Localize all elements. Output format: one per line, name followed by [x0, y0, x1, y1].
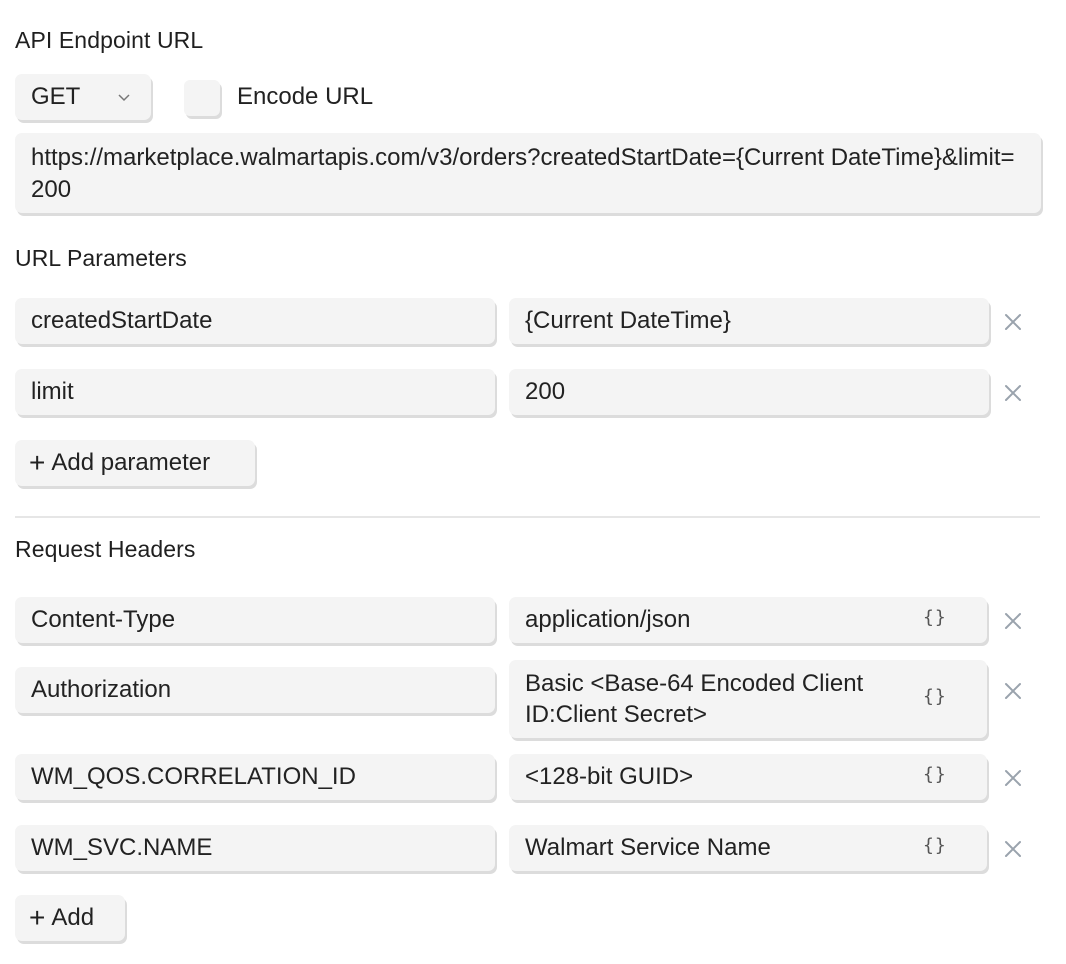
endpoint-url-input[interactable]: https://marketplace.walmartapis.com/v3/o…: [15, 133, 1041, 213]
add-parameter-label: Add parameter: [51, 449, 211, 476]
close-icon[interactable]: [1001, 609, 1025, 633]
section-divider: [15, 516, 1040, 518]
param-value-input[interactable]: 200: [509, 369, 989, 415]
header-value-input[interactable]: Basic <Base-64 Encoded Client ID:Client …: [509, 660, 987, 738]
close-icon[interactable]: [1001, 381, 1025, 405]
param-value-input[interactable]: {Current DateTime}: [509, 298, 989, 344]
param-key-input[interactable]: limit: [15, 369, 495, 415]
add-header-label: Add: [51, 904, 95, 931]
encode-url-checkbox[interactable]: [184, 80, 220, 116]
plus-icon: +: [29, 447, 46, 478]
add-header-button[interactable]: + Add: [15, 895, 125, 941]
header-value-input[interactable]: Walmart Service Name: [509, 825, 987, 871]
close-icon[interactable]: [1001, 310, 1025, 334]
chevron-down-icon: [117, 90, 131, 104]
header-key-input[interactable]: WM_SVC.NAME: [15, 825, 495, 871]
headers-section-title: Request Headers: [15, 536, 196, 562]
method-select[interactable]: GET: [15, 74, 151, 120]
header-key-input[interactable]: Content-Type: [15, 597, 495, 643]
plus-icon: +: [29, 902, 46, 933]
api-request-form: API Endpoint URL GET Encode URL https://…: [0, 0, 1066, 964]
close-icon[interactable]: [1001, 837, 1025, 861]
endpoint-section-title: API Endpoint URL: [15, 27, 204, 53]
add-parameter-button[interactable]: + Add parameter: [15, 440, 255, 486]
param-key-input[interactable]: createdStartDate: [15, 298, 495, 344]
header-key-input[interactable]: WM_QOS.CORRELATION_ID: [15, 754, 495, 800]
header-key-input[interactable]: Authorization: [15, 667, 495, 713]
close-icon[interactable]: [1001, 679, 1025, 703]
header-value-input[interactable]: <128-bit GUID>: [509, 754, 987, 800]
params-section-title: URL Parameters: [15, 245, 187, 271]
header-value-input[interactable]: application/json: [509, 597, 987, 643]
method-value: GET: [31, 83, 81, 110]
close-icon[interactable]: [1001, 766, 1025, 790]
encode-url-label: Encode URL: [237, 83, 374, 110]
